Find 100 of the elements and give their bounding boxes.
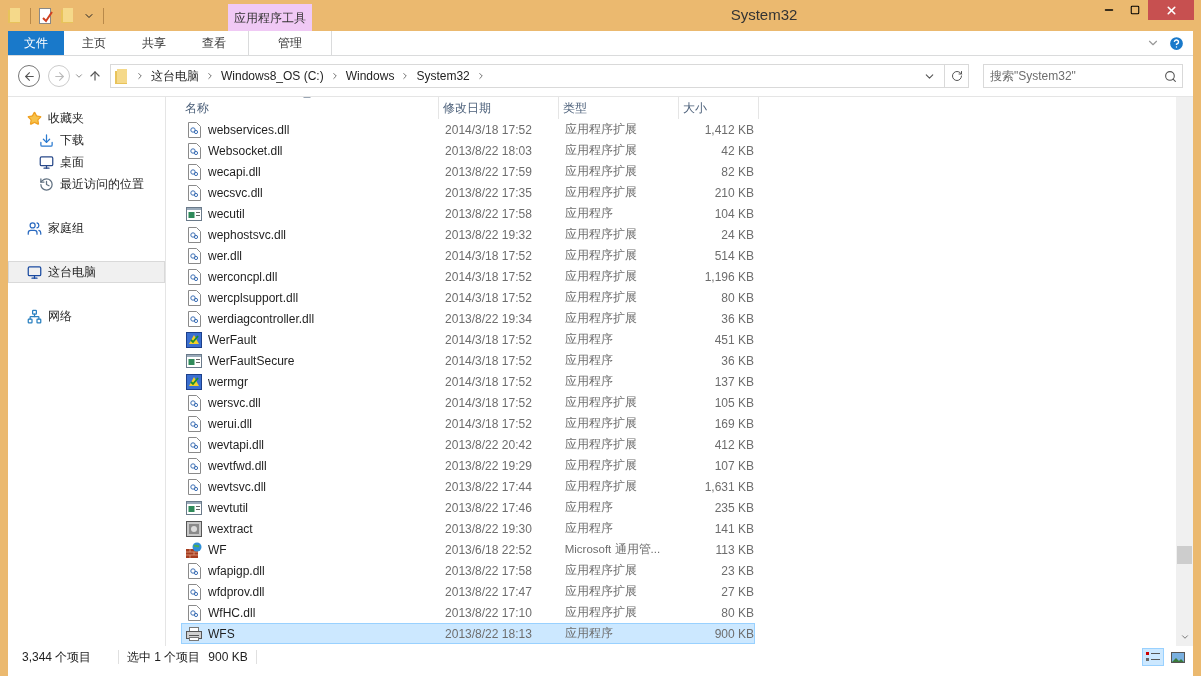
- modified-date: 2013/8/22 19:29: [444, 457, 533, 475]
- nav-item[interactable]: 家庭组: [8, 217, 165, 239]
- file-name: wermgr: [208, 373, 248, 391]
- dll-file-icon: [187, 121, 201, 138]
- modified-date: 2014/3/18 17:52: [444, 289, 533, 307]
- file-type: 应用程序扩展: [563, 394, 638, 410]
- nav-item[interactable]: 收藏夹: [8, 107, 165, 129]
- up-icon[interactable]: [88, 69, 102, 83]
- file-name: wecapi.dll: [208, 163, 261, 181]
- breadcrumb-separator-icon[interactable]: [135, 71, 145, 81]
- file-type: 应用程序扩展: [563, 121, 638, 137]
- file-row[interactable]: werconcpl.dll 2014/3/18 17:52 应用程序扩展 1,196 KB: [181, 266, 755, 287]
- file-row[interactable]: werdiagcontroller.dll 2013/8/22 19:34 应用程序扩展 36 KB: [181, 308, 755, 329]
- file-row[interactable]: wecutil 2013/8/22 17:58 应用程序 104 KB: [181, 203, 755, 224]
- ribbon-tab[interactable]: 共享: [124, 31, 184, 55]
- file-row[interactable]: wevtutil 2013/8/22 17:46 应用程序 235 KB: [181, 497, 755, 518]
- file-name: wer.dll: [208, 247, 242, 265]
- scrollbar-thumb[interactable]: [1177, 546, 1192, 564]
- file-type: 应用程序扩展: [563, 457, 638, 473]
- file-row[interactable]: WerFault 2014/3/18 17:52 应用程序 451 KB: [181, 329, 755, 350]
- file-row[interactable]: wecsvc.dll 2013/8/22 17:35 应用程序扩展 210 KB: [181, 182, 755, 203]
- file-size: 412 KB: [713, 436, 754, 454]
- file-row[interactable]: wfapigp.dll 2013/8/22 17:58 应用程序扩展 23 KB: [181, 560, 755, 581]
- ribbon-tab[interactable]: 文件: [8, 31, 64, 55]
- properties-icon[interactable]: [39, 7, 53, 24]
- recent-places-icon: [39, 176, 54, 192]
- file-name: wephostsvc.dll: [208, 226, 287, 244]
- close-icon: [1164, 3, 1178, 17]
- file-row[interactable]: wevtfwd.dll 2013/8/22 19:29 应用程序扩展 107 KB: [181, 455, 755, 476]
- file-name: WerFault: [208, 331, 257, 349]
- scroll-down-icon[interactable]: [1179, 632, 1190, 642]
- modified-date: 2013/8/22 17:59: [444, 163, 533, 181]
- nav-item[interactable]: 桌面: [8, 151, 165, 173]
- file-row[interactable]: WFS 2013/8/22 18:13 应用程序 900 KB: [181, 623, 755, 644]
- breadcrumb-separator-icon[interactable]: [205, 71, 215, 81]
- forward-icon: [52, 69, 66, 83]
- modified-date: 2014/3/18 17:52: [444, 247, 533, 265]
- back-icon: [22, 69, 36, 83]
- ribbon-tab[interactable]: 管理: [248, 31, 332, 55]
- file-row[interactable]: wevtsvc.dll 2013/8/22 17:44 应用程序扩展 1,631 KB: [181, 476, 755, 497]
- file-row[interactable]: wecapi.dll 2013/8/22 17:59 应用程序扩展 82 KB: [181, 161, 755, 182]
- file-row[interactable]: wer.dll 2014/3/18 17:52 应用程序扩展 514 KB: [181, 245, 755, 266]
- ribbon-tab[interactable]: 查看: [184, 31, 244, 55]
- file-row[interactable]: WerFaultSecure 2014/3/18 17:52 应用程序 36 KB: [181, 350, 755, 371]
- computer-icon: [27, 264, 42, 280]
- column-header[interactable]: 名称: [181, 97, 439, 119]
- view-button[interactable]: [1142, 648, 1164, 666]
- scrollbar[interactable]: [1176, 97, 1193, 646]
- modified-date: 2013/8/22 19:34: [444, 310, 533, 328]
- file-row[interactable]: wercplsupport.dll 2014/3/18 17:52 应用程序扩展 80 KB: [181, 287, 755, 308]
- search-field[interactable]: 搜索"System32": [983, 64, 1183, 88]
- dll-file-icon: [187, 226, 201, 243]
- breadcrumb[interactable]: Windows: [345, 67, 395, 85]
- window-app-icon: [186, 500, 202, 515]
- nav-item[interactable]: 这台电脑: [8, 261, 165, 283]
- ribbon-tab[interactable]: 主页: [64, 31, 124, 55]
- file-row[interactable]: wermgr 2014/3/18 17:52 应用程序 137 KB: [181, 371, 755, 392]
- file-row[interactable]: werui.dll 2014/3/18 17:52 应用程序扩展 169 KB: [181, 413, 755, 434]
- file-row[interactable]: wextract 2013/8/22 19:30 应用程序 141 KB: [181, 518, 755, 539]
- recent-locations-icon[interactable]: [74, 71, 84, 81]
- dll-file-icon: [187, 142, 201, 159]
- file-row[interactable]: wersvc.dll 2014/3/18 17:52 应用程序扩展 105 KB: [181, 392, 755, 413]
- file-row[interactable]: WfHC.dll 2013/8/22 17:10 应用程序扩展 80 KB: [181, 602, 755, 623]
- column-header[interactable]: 大小: [679, 97, 759, 119]
- file-type: 应用程序: [563, 352, 614, 368]
- address-bar[interactable]: 这台电脑 Windows8_OS (C:) Windows System32: [110, 64, 969, 88]
- file-type: 应用程序扩展: [563, 562, 638, 578]
- breadcrumb[interactable]: System32: [416, 67, 470, 85]
- item-count: 3,344 个项目: [22, 649, 93, 666]
- file-name: webservices.dll: [208, 121, 290, 139]
- file-row[interactable]: WF 2013/6/18 22:52 Microsoft 通用管... 113 KB: [181, 539, 755, 560]
- file-size: 113 KB: [714, 541, 754, 559]
- help-icon[interactable]: [1168, 34, 1185, 52]
- file-size: 141 KB: [713, 520, 754, 538]
- installer-icon: [186, 520, 202, 537]
- file-name: WfHC.dll: [208, 604, 256, 622]
- file-row[interactable]: Websocket.dll 2013/8/22 18:03 应用程序扩展 42 KB: [181, 140, 755, 161]
- breadcrumb[interactable]: 这台电脑: [151, 67, 199, 85]
- nav-item[interactable]: 网络: [8, 305, 165, 327]
- column-header[interactable]: 类型: [559, 97, 679, 119]
- maximize-icon: [1130, 5, 1140, 15]
- file-size: 27 KB: [720, 583, 754, 601]
- dll-file-icon: [187, 247, 201, 264]
- file-type: 应用程序: [563, 331, 614, 347]
- file-name: wevtapi.dll: [208, 436, 265, 454]
- nav-item[interactable]: 最近访问的位置: [8, 173, 165, 195]
- file-row[interactable]: wevtapi.dll 2013/8/22 20:42 应用程序扩展 412 KB: [181, 434, 755, 455]
- dll-file-icon: [187, 289, 201, 306]
- dll-file-icon: [187, 604, 201, 621]
- file-row[interactable]: webservices.dll 2014/3/18 17:52 应用程序扩展 1,412 KB: [181, 119, 755, 140]
- modified-date: 2014/3/18 17:52: [444, 394, 533, 412]
- file-name: wevtutil: [208, 499, 248, 517]
- file-row[interactable]: wephostsvc.dll 2013/8/22 19:32 应用程序扩展 24 KB: [181, 224, 755, 245]
- column-header[interactable]: 修改日期: [439, 97, 559, 119]
- file-size: 169 KB: [713, 415, 754, 433]
- nav-item[interactable]: 下载: [8, 129, 165, 151]
- breadcrumb[interactable]: Windows8_OS (C:): [221, 67, 324, 85]
- dll-file-icon: [187, 436, 201, 453]
- file-type: 应用程序: [563, 520, 614, 536]
- file-row[interactable]: wfdprov.dll 2013/8/22 17:47 应用程序扩展 27 KB: [181, 581, 755, 602]
